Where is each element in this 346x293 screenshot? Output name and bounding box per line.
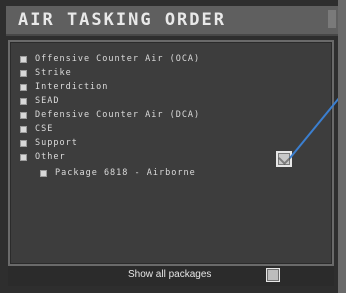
category-label: Interdiction — [35, 82, 109, 92]
category-label: Offensive Counter Air (OCA) — [35, 54, 201, 64]
collapse-box-icon — [20, 55, 27, 63]
category-item-strike[interactable]: Strike — [20, 66, 322, 80]
package-6818-checkbox[interactable] — [276, 151, 292, 167]
category-label: Other — [35, 152, 66, 162]
package-label: Package 6818 - Airborne — [55, 168, 196, 178]
air-tasking-order-window: AIR TASKING ORDER Offensive Counter Air … — [0, 0, 346, 293]
title-bar-corner — [328, 10, 336, 28]
category-item-dca[interactable]: Defensive Counter Air (DCA) — [20, 108, 322, 122]
collapse-box-icon — [20, 125, 27, 133]
category-label: SEAD — [35, 96, 60, 106]
window-right-edge — [338, 0, 346, 293]
collapse-box-icon — [20, 97, 27, 105]
collapse-box-icon — [20, 69, 27, 77]
collapse-box-icon — [20, 83, 27, 91]
category-item-sead[interactable]: SEAD — [20, 94, 322, 108]
package-box-icon — [40, 169, 47, 177]
window-title: AIR TASKING ORDER — [18, 10, 226, 30]
collapse-box-icon — [20, 111, 27, 119]
category-item-oca[interactable]: Offensive Counter Air (OCA) — [20, 52, 322, 66]
category-label: Defensive Counter Air (DCA) — [35, 110, 201, 120]
footer-bar: Show all packages — [8, 266, 334, 286]
checkmark-icon — [278, 152, 291, 165]
show-all-packages-checkbox[interactable] — [266, 268, 280, 282]
show-all-packages-label: Show all packages — [128, 269, 212, 280]
category-item-cse[interactable]: CSE — [20, 122, 322, 136]
category-item-support[interactable]: Support — [20, 136, 322, 150]
package-item-6818[interactable]: Package 6818 - Airborne — [20, 166, 322, 180]
category-label: Support — [35, 138, 78, 148]
category-label: CSE — [35, 124, 54, 134]
category-item-interdiction[interactable]: Interdiction — [20, 80, 322, 94]
title-bar: AIR TASKING ORDER — [6, 6, 340, 36]
collapse-box-icon — [20, 139, 27, 147]
category-label: Strike — [35, 68, 72, 78]
collapse-box-icon — [20, 153, 27, 161]
